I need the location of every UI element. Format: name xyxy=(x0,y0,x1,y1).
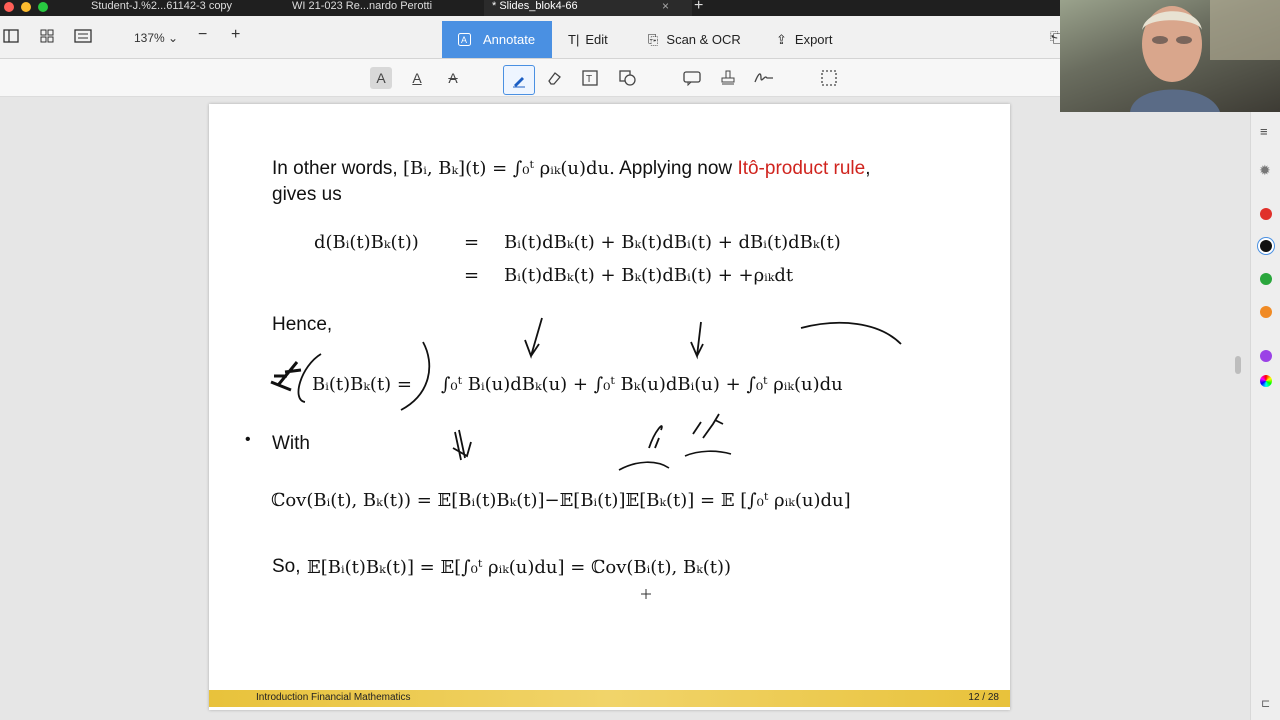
chevron-down-icon: ⌄ xyxy=(168,31,179,45)
annotate-label: Annotate xyxy=(483,32,536,47)
brightness-icon[interactable]: ✹ xyxy=(1259,162,1271,179)
selection-icon[interactable] xyxy=(818,67,840,89)
main-toolbar: 137% ⌄ − + A Annotate T| Edit ⎘ Scan & OCR… xyxy=(0,16,1061,59)
color-purple-swatch[interactable] xyxy=(1260,350,1272,362)
eraser-icon[interactable] xyxy=(543,67,565,89)
grid-view-icon[interactable] xyxy=(40,29,54,46)
pdf-page: In other words, [Bᵢ, Bₖ](t) = ∫₀ᵗ ρᵢₖ(u)… xyxy=(209,104,1010,710)
zoom-value: 137% xyxy=(134,31,165,45)
pen-tool-icon[interactable] xyxy=(503,65,535,95)
text-box-icon[interactable]: T xyxy=(579,67,601,89)
underline-text-icon[interactable]: A xyxy=(406,67,428,89)
color-black-swatch[interactable] xyxy=(1260,240,1272,252)
stamp-icon[interactable] xyxy=(717,67,739,89)
annotation-sidebar: ≡ ✹ ⊏ xyxy=(1250,112,1280,720)
tab-bar: Student-J.%2...61142-3 copy WI 21-023 Re… xyxy=(0,0,1060,16)
webcam-overlay xyxy=(1060,0,1280,112)
presenter-video-icon xyxy=(1130,0,1280,112)
handwritten-annotations xyxy=(270,317,902,599)
scrollbar-thumb[interactable] xyxy=(1235,356,1241,374)
zoom-window-button[interactable] xyxy=(38,2,48,12)
export-mode-button[interactable]: ⇪ Export xyxy=(776,21,848,58)
svg-text:A: A xyxy=(461,35,467,45)
collapse-sidebar-icon[interactable]: ⊏ xyxy=(1261,697,1270,710)
scan-ocr-label: Scan & OCR xyxy=(666,32,741,47)
edit-mode-button[interactable]: T| Edit xyxy=(568,21,628,58)
color-orange-swatch[interactable] xyxy=(1260,306,1272,318)
minimize-window-button[interactable] xyxy=(21,2,31,12)
tab-slides[interactable]: * Slides_blok4-66 xyxy=(484,0,692,16)
svg-text:T: T xyxy=(586,74,592,85)
annotate-icon: A xyxy=(458,21,471,58)
share-icon: ⇪ xyxy=(776,32,787,47)
scan-icon: ⎘ xyxy=(648,32,659,47)
close-window-button[interactable] xyxy=(4,2,14,12)
zoom-in-button[interactable]: + xyxy=(231,27,240,43)
new-tab-button[interactable]: + xyxy=(694,0,703,14)
annotation-toolbar: A A A T xyxy=(0,59,1060,97)
scan-ocr-mode-button[interactable]: ⎘ Scan & OCR xyxy=(648,21,753,58)
reader-view-icon[interactable] xyxy=(74,29,92,46)
footer-page-number: 12 / 28 xyxy=(968,692,999,703)
zoom-out-button[interactable]: − xyxy=(198,27,207,43)
export-label: Export xyxy=(794,32,833,47)
menu-icon[interactable]: ≡ xyxy=(1260,124,1268,139)
sidebar-toggle-icon[interactable] xyxy=(3,29,19,46)
slide-footer: Introduction Financial Mathematics 12 / … xyxy=(209,690,1010,707)
annotate-mode-button[interactable]: A Annotate xyxy=(442,21,552,58)
highlight-text-icon[interactable]: A xyxy=(370,67,392,89)
edit-text-icon: T| xyxy=(568,32,580,47)
tab-wi[interactable]: WI 21-023 Re...nardo Perotti xyxy=(292,0,432,16)
color-green-swatch[interactable] xyxy=(1260,273,1272,285)
color-picker-icon[interactable] xyxy=(1260,375,1272,387)
tab-close-icon[interactable]: × xyxy=(662,0,669,12)
strikethrough-text-icon[interactable]: A xyxy=(442,67,464,89)
color-red-swatch[interactable] xyxy=(1260,208,1272,220)
zoom-level[interactable]: 137% ⌄ xyxy=(134,31,178,45)
edit-label: Edit xyxy=(585,32,608,47)
signature-icon[interactable] xyxy=(753,67,775,89)
footer-title: Introduction Financial Mathematics xyxy=(256,692,411,703)
shapes-icon[interactable] xyxy=(617,67,639,89)
tab-student[interactable]: Student-J.%2...61142-3 copy xyxy=(91,0,232,16)
comment-icon[interactable] xyxy=(681,67,703,89)
